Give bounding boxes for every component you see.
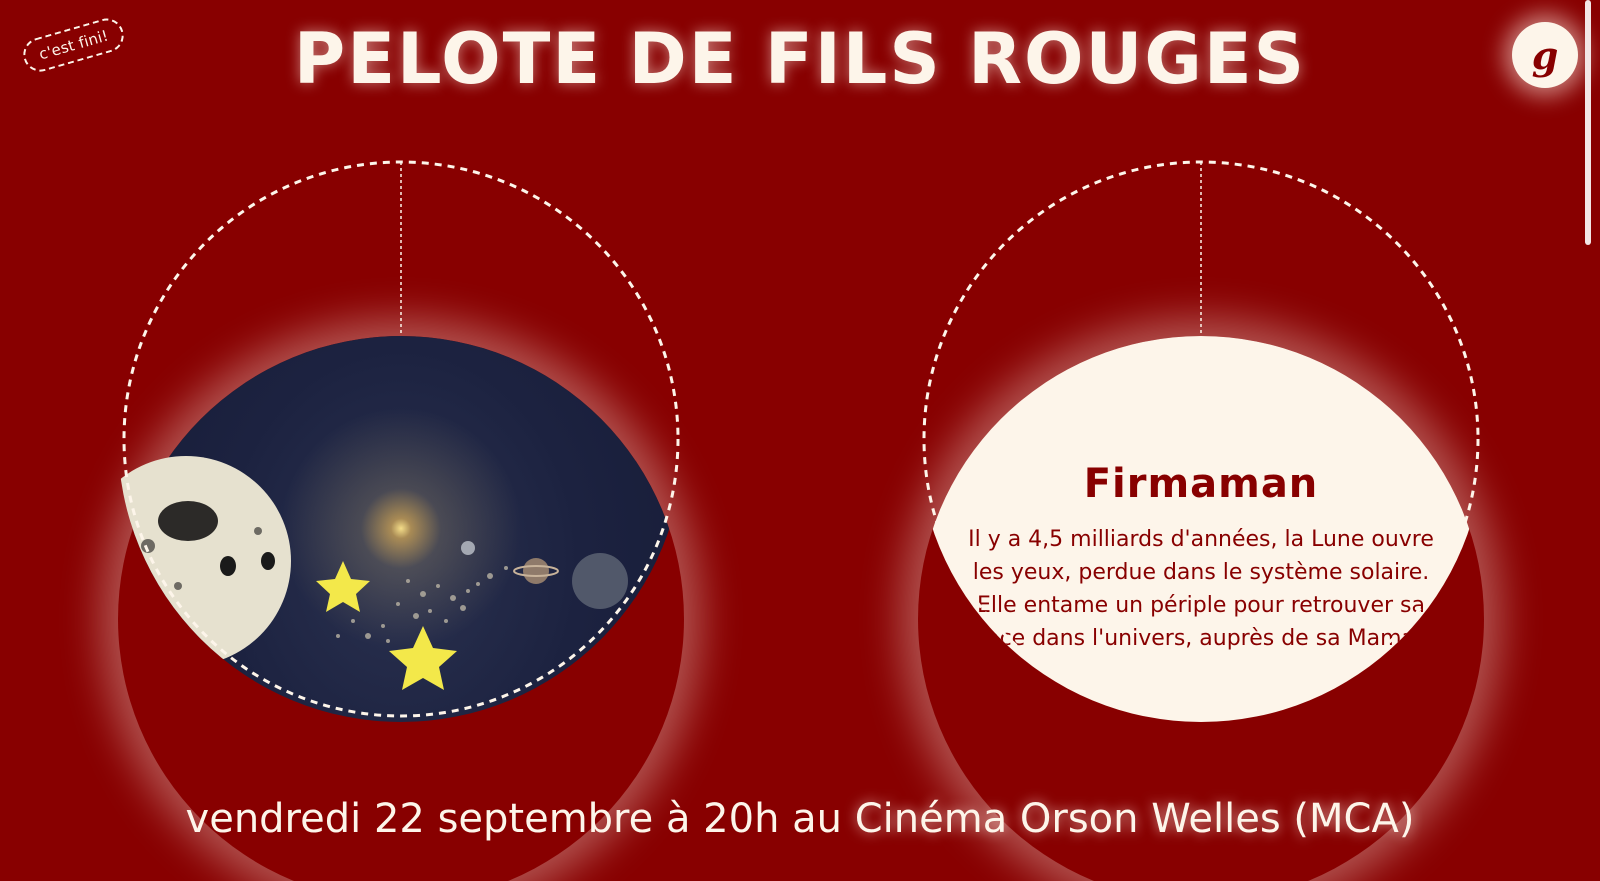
logo-button[interactable]: g (1512, 22, 1578, 88)
film-synopsis-card[interactable]: Firmaman Il y a 4,5 milliards d'années, … (918, 156, 1484, 722)
film-image-card[interactable] (118, 156, 684, 722)
scrollbar[interactable] (1585, 0, 1591, 245)
page-title: PELOTE DE FILS ROUGES (293, 18, 1307, 100)
event-info: vendredi 22 septembre à 20h au Cinéma Or… (0, 796, 1600, 842)
dashed-circle-outline (122, 160, 680, 718)
dashed-circle-outline (922, 160, 1480, 718)
venue-link[interactable]: Cinéma Orson Welles (MCA) (855, 796, 1415, 842)
logo-letter: g (1531, 32, 1559, 78)
event-date: vendredi 22 septembre à 20h au (185, 796, 855, 842)
page: c'est fini! PELOTE DE FILS ROUGES g Firm… (0, 0, 1600, 881)
